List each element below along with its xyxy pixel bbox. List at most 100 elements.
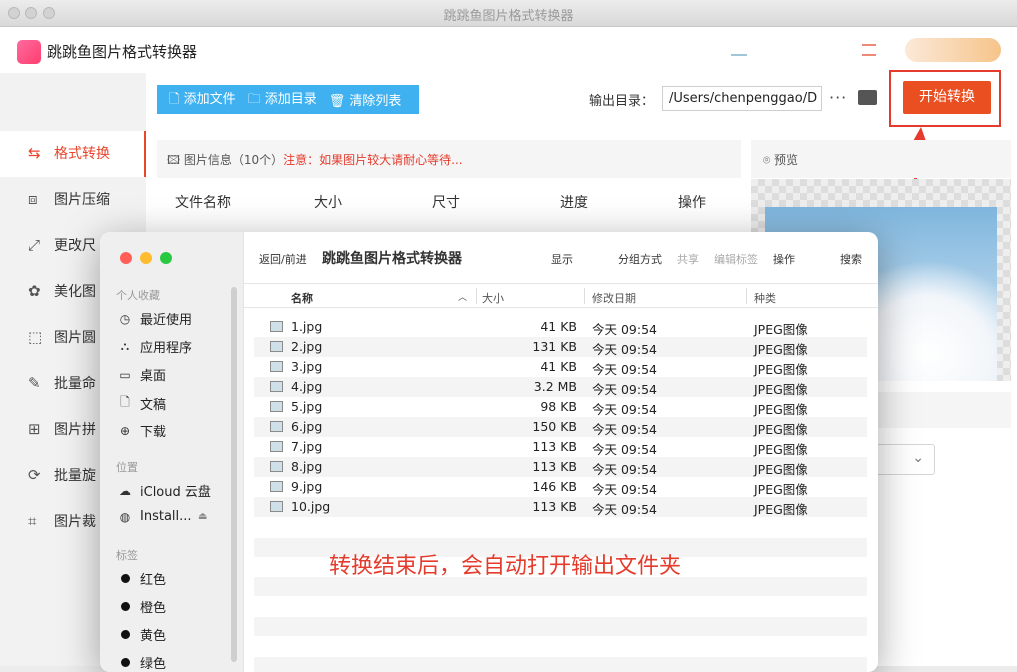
favorites-section-label: 个人收藏 (116, 289, 160, 302)
finder-column-header: 名称 ︿ 大小 修改日期 种类 (244, 284, 878, 308)
file-size: 41 KB (540, 319, 577, 334)
col-kind[interactable]: 种类 (754, 290, 776, 306)
finder-favorite-item[interactable]: ⊕ 下载 (118, 421, 166, 441)
rename-icon: ✎ (28, 374, 41, 392)
resize-icon: ⤢ (28, 236, 41, 254)
format-select[interactable]: ⌄ (870, 444, 935, 475)
jpeg-file-icon (270, 481, 283, 492)
favorite-label: 应用程序 (140, 341, 193, 356)
clear-list-button[interactable]: 🗑 清除列表 (329, 90, 402, 109)
sidebar-scrollbar[interactable] (231, 287, 237, 662)
sidebar-item-label: 图片裁 (54, 514, 96, 530)
file-size: 131 KB (532, 339, 577, 354)
sidebar-item-6[interactable]: ⊞ 图片拼 (28, 419, 96, 439)
jpeg-file-icon (270, 381, 283, 392)
app-name: 跳跳鱼图片格式转换器 (47, 43, 198, 61)
file-row[interactable]: 10.jpg 113 KB 今天 09:54 JPEG图像 (254, 497, 867, 517)
file-kind: JPEG图像 (754, 402, 808, 417)
finder-favorite-item[interactable]: ▭ 桌面 (118, 365, 167, 385)
file-size: 113 KB (532, 439, 577, 454)
edit-tags-button[interactable]: 编辑标签 (714, 251, 758, 267)
finder-location-item[interactable]: ☁ iCloud 云盘 (118, 481, 211, 501)
sidebar-item-1[interactable]: ⧈ 图片压缩 (28, 189, 110, 209)
finder-tag-item[interactable]: 黄色 (118, 625, 166, 644)
preview-title: 预览 (774, 153, 799, 167)
file-kind: JPEG图像 (754, 462, 808, 477)
start-convert-button[interactable]: 开始转换 (903, 81, 991, 114)
finder-tag-item[interactable]: 绿色 (118, 653, 166, 672)
favorite-label: 桌面 (140, 369, 167, 384)
file-kind: JPEG图像 (754, 362, 808, 377)
file-row[interactable]: 7.jpg 113 KB 今天 09:54 JPEG图像 (254, 437, 867, 457)
jpeg-file-icon (270, 421, 283, 432)
file-size: 3.2 MB (533, 379, 577, 394)
more-options-button[interactable]: ··· (829, 88, 847, 107)
eject-icon[interactable]: ⏏ (198, 511, 207, 522)
favorite-label: 文稿 (140, 398, 167, 413)
finder-close-button[interactable] (120, 252, 132, 264)
sidebar-item-7[interactable]: ⟳ 批量旋 (28, 465, 96, 485)
file-row[interactable]: 5.jpg 98 KB 今天 09:54 JPEG图像 (254, 397, 867, 417)
menu-icon[interactable] (862, 44, 876, 56)
image-info-title: 图片信息（10个） (183, 153, 284, 167)
apps-icon: ⛬ (120, 339, 130, 353)
search-button[interactable]: 搜索 (840, 251, 862, 267)
app-logo-icon (17, 40, 41, 64)
jpeg-file-icon (270, 341, 283, 352)
file-row[interactable]: 1.jpg 41 KB 今天 09:54 JPEG图像 (254, 317, 867, 337)
file-kind: JPEG图像 (754, 342, 808, 357)
sidebar-item-4[interactable]: ⬚ 图片圆 (28, 327, 96, 347)
finder-minimize-button[interactable] (140, 252, 152, 264)
sidebar-item-label: 更改尺 (54, 238, 96, 254)
col-filename: 文件名称 (175, 195, 231, 211)
sidebar-item-2[interactable]: ⤢ 更改尺 (28, 235, 96, 255)
col-date[interactable]: 修改日期 (592, 290, 636, 306)
file-name: 10.jpg (291, 499, 331, 514)
col-name[interactable]: 名称 (291, 290, 313, 306)
output-path-field[interactable]: /Users/chenpenggao/D (662, 86, 822, 111)
sidebar-item-5[interactable]: ✎ 批量命 (28, 373, 96, 393)
add-file-button[interactable]: 🗋 添加文件 (169, 88, 236, 112)
file-row[interactable]: 6.jpg 150 KB 今天 09:54 JPEG图像 (254, 417, 867, 437)
finder-title: 跳跳鱼图片格式转换器 (322, 251, 462, 267)
empty-row (254, 657, 867, 672)
finder-favorite-item[interactable]: ◷ 最近使用 (118, 309, 192, 329)
file-row[interactable]: 2.jpg 131 KB 今天 09:54 JPEG图像 (254, 337, 867, 357)
back-forward-button[interactable]: 返回/前进 (259, 251, 307, 267)
sidebar-item-8[interactable]: ⌗ 图片裁 (28, 511, 96, 531)
col-size: 大小 (314, 195, 342, 211)
finder-tag-item[interactable]: 橙色 (118, 597, 166, 616)
jpeg-file-icon (270, 361, 283, 372)
col-dimension: 尺寸 (432, 195, 460, 211)
user-badge[interactable] (905, 38, 1001, 62)
group-button[interactable]: 分组方式 (618, 251, 662, 267)
sidebar-item-3[interactable]: ✿ 美化图 (28, 281, 96, 301)
folder-icon[interactable] (858, 90, 877, 105)
file-row[interactable]: 8.jpg 113 KB 今天 09:54 JPEG图像 (254, 457, 867, 477)
jpeg-file-icon (270, 441, 283, 452)
window-title: 跳跳鱼图片格式转换器 (443, 9, 574, 24)
view-button[interactable]: 显示 (551, 251, 573, 267)
share-button[interactable]: 共享 (677, 251, 699, 267)
jpeg-file-icon (270, 321, 283, 332)
col-size[interactable]: 大小 (482, 290, 504, 306)
finder-favorite-item[interactable]: ⛬ 应用程序 (118, 337, 192, 356)
tag-label: 黄色 (140, 629, 167, 644)
file-row[interactable]: 3.jpg 41 KB 今天 09:54 JPEG图像 (254, 357, 867, 377)
tag-label: 绿色 (140, 657, 167, 672)
finder-zoom-button[interactable] (160, 252, 172, 264)
add-dir-button[interactable]: 🗀 添加目录 (248, 88, 317, 112)
file-date: 今天 09:54 (592, 482, 657, 497)
finder-favorite-item[interactable]: 🗋 文稿 (118, 393, 166, 414)
tag-label: 橙色 (140, 601, 167, 616)
sidebar-item-0[interactable]: ⇆ 格式转换 (28, 143, 110, 163)
location-label: Install... (140, 509, 192, 524)
file-row[interactable]: 9.jpg 146 KB 今天 09:54 JPEG图像 (254, 477, 867, 497)
rotate-icon: ⟳ (28, 466, 41, 484)
finder-tag-item[interactable]: 红色 (118, 569, 166, 588)
action-button[interactable]: 操作 (773, 251, 795, 267)
finder-location-item[interactable]: ◍ Install... (118, 509, 192, 524)
file-row[interactable]: 4.jpg 3.2 MB 今天 09:54 JPEG图像 (254, 377, 867, 397)
round-corner-icon: ⬚ (28, 328, 43, 346)
tag-dot-icon (120, 573, 130, 583)
